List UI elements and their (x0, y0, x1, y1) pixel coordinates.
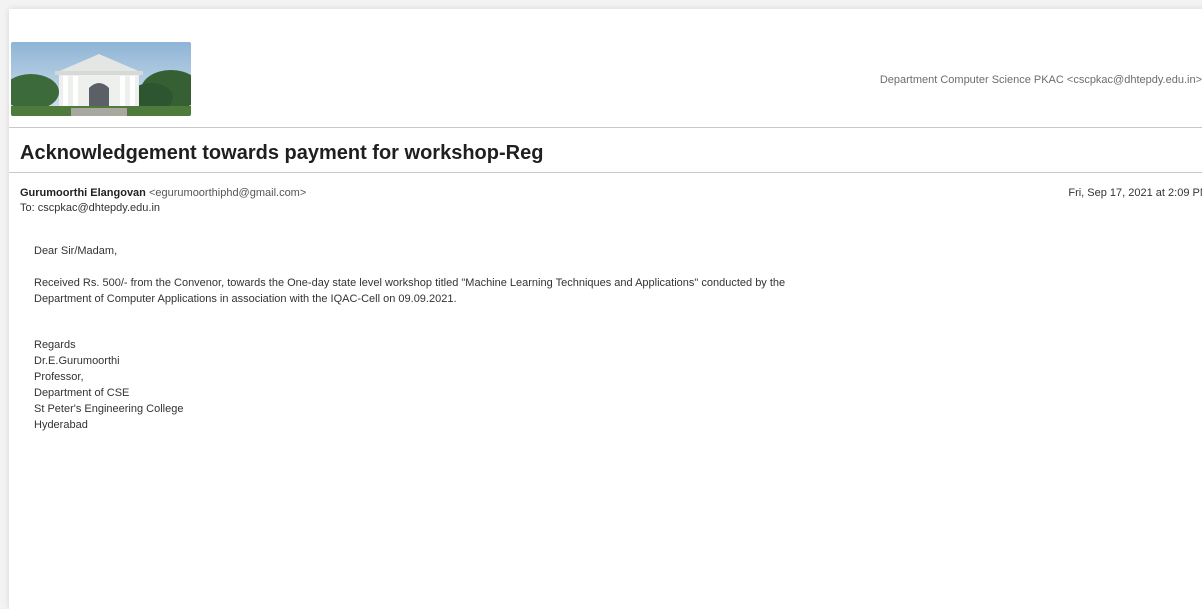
message-paragraph: Received Rs. 500/- from the Convenor, to… (34, 275, 1184, 307)
sender-email: <egurumoorthiphd@gmail.com> (148, 187, 307, 199)
recipient-line: To: cscpkac@dhtepdy.edu.in (20, 202, 160, 214)
signature-line: Department of CSE (34, 387, 130, 399)
account-address: Department Computer Science PKAC <cscpka… (879, 74, 1202, 86)
email-subject: Acknowledgement towards payment for work… (20, 142, 544, 164)
greeting: Dear Sir/Madam, (34, 245, 118, 257)
email-print-page: Department Computer Science PKAC <cscpka… (9, 9, 1202, 609)
signature-line: Dr.E.Gurumoorthi (34, 355, 120, 367)
message-line-1: Received Rs. 500/- from the Convenor, to… (34, 277, 786, 289)
to-address: cscpkac@dhtepdy.edu.in (37, 202, 161, 214)
signature-line: Hyderabad (34, 419, 88, 431)
email-date: Fri, Sep 17, 2021 at 2:09 PM (1068, 187, 1202, 199)
email-body: Dear Sir/Madam, Received Rs. 500/- from … (34, 243, 1184, 433)
to-label: To: (20, 202, 35, 214)
subject-divider (9, 172, 1202, 173)
sender-name: Gurumoorthi Elangovan (20, 187, 146, 199)
signature-line: Professor, (34, 371, 84, 383)
sender-line: Gurumoorthi Elangovan <egurumoorthiphd@g… (20, 187, 306, 199)
email-header: Department Computer Science PKAC <cscpka… (9, 9, 1202, 119)
signature-line: St Peter's Engineering College (34, 403, 184, 415)
header-divider (9, 127, 1202, 128)
message-line-2: Department of Computer Applications in a… (34, 293, 457, 305)
building-image (11, 42, 191, 116)
institution-logo (11, 42, 191, 116)
signature-block: Regards Dr.E.Gurumoorthi Professor, Depa… (34, 337, 1184, 433)
signature-line: Regards (34, 339, 76, 351)
